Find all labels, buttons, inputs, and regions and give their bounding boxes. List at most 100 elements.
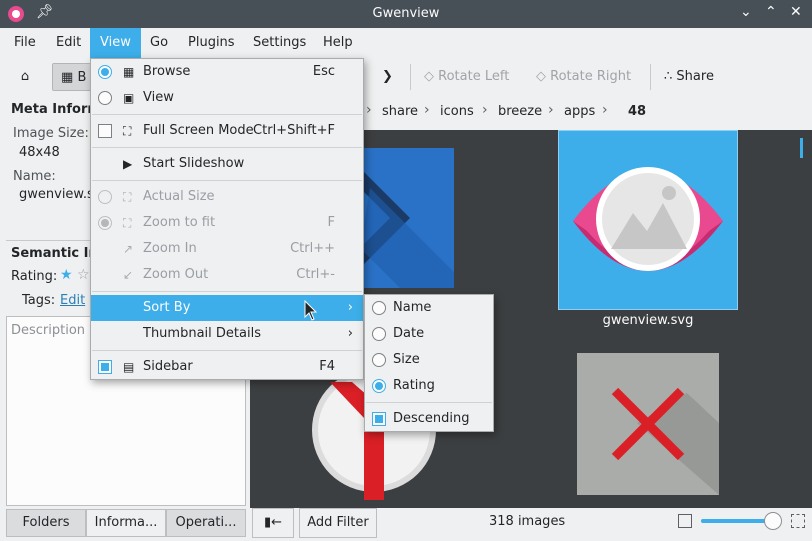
menu-settings[interactable]: Settings (243, 28, 316, 58)
view-menu-browse[interactable]: ▦ Browse Esc (91, 59, 363, 85)
sort-descending[interactable]: Descending (365, 406, 493, 432)
minimize-icon[interactable]: ⌄ (740, 4, 752, 20)
home-icon: ⌂ (20, 69, 30, 84)
view-menu-slideshow[interactable]: ▶ Start Slideshow (91, 151, 363, 177)
menu-separator (366, 402, 492, 403)
actual-size-label: Actual Size (143, 189, 215, 204)
sort-by-submenu: Name Date Size Rating Descending (364, 294, 494, 432)
checkbox-descending[interactable] (372, 412, 386, 426)
radio-zoom-fit[interactable] (98, 216, 112, 230)
tab-folders[interactable]: Folders (6, 509, 86, 537)
sidebar-icon: ▤ (123, 360, 135, 374)
zoom-fit-label: Zoom to fit (143, 215, 216, 230)
fullscreen-icon: ⛶ (123, 124, 132, 138)
radio-sort-size[interactable] (372, 353, 386, 367)
image-size-value: 48x48 (19, 145, 60, 160)
rotate-right-button[interactable]: ◇ Rotate Right (536, 63, 631, 91)
checkbox-fullscreen[interactable] (98, 124, 112, 138)
rotate-left-icon: ◇ (424, 69, 434, 84)
thumbnail-caption: gwenview.svg (602, 313, 694, 328)
zoom-in-icon: ↗ (123, 242, 134, 256)
view-menu-zoom-out[interactable]: ↙ Zoom Out Ctrl+- (91, 262, 363, 288)
crumb-breeze[interactable]: breeze (498, 104, 542, 119)
menu-file[interactable]: File (4, 28, 46, 58)
rotate-right-icon: ◇ (536, 69, 546, 84)
actual-size-icon: ⛶ (123, 190, 132, 204)
menu-plugins[interactable]: Plugins (178, 28, 245, 58)
menu-separator (92, 350, 362, 351)
view-menu-zoom-in[interactable]: ↗ Zoom In Ctrl++ (91, 236, 363, 262)
zoom-in-label: Zoom In (143, 241, 197, 256)
crumb-apps[interactable]: apps (564, 104, 595, 119)
tags-edit-link[interactable]: Edit (60, 293, 85, 308)
view-menu-sort-by[interactable]: Sort By › (91, 295, 363, 321)
zoom-actual-icon[interactable] (791, 514, 805, 528)
title-bar: 📌︎ Gwenview ⌄ ⌃ ✕ (0, 0, 812, 28)
next-button[interactable]: ❯ (382, 63, 398, 91)
zoom-slider[interactable] (701, 512, 782, 530)
tab-information[interactable]: Informa... (86, 509, 166, 537)
crumb-separator-icon: › (366, 102, 372, 118)
view-menu-actual-size[interactable]: ⛶ Actual Size (91, 184, 363, 210)
sort-by-name[interactable]: Name (365, 295, 493, 321)
crumb-icons[interactable]: icons (440, 104, 474, 119)
toolbar-separator (650, 64, 651, 90)
grid-icon: ▦ (123, 65, 135, 79)
maximize-icon[interactable]: ⌃ (765, 4, 777, 20)
thumbnail-item-selected[interactable] (558, 130, 738, 310)
zoom-out-icon: ↙ (123, 268, 134, 282)
radio-actual-size[interactable] (98, 190, 112, 204)
share-label: Share (676, 69, 714, 84)
browse-label: Browse (143, 64, 191, 79)
crumb-separator-icon: › (482, 102, 488, 118)
view-menu: ▦ Browse Esc ▣ View ⛶ Full Screen Mode C… (90, 58, 364, 380)
radio-browse[interactable] (98, 65, 112, 79)
slideshow-label: Start Slideshow (143, 156, 245, 171)
zoom-slider-fill (701, 519, 773, 523)
star-icon[interactable]: ★ (60, 267, 73, 283)
view-menu-fullscreen[interactable]: ⛶ Full Screen Mode Ctrl+Shift+F (91, 118, 363, 144)
crumb-separator-icon: › (548, 102, 554, 118)
radio-view[interactable] (98, 91, 112, 105)
thumbnail-item[interactable] (577, 353, 719, 495)
sort-by-size[interactable]: Size (365, 347, 493, 373)
rotate-left-button[interactable]: ◇ Rotate Left (424, 63, 509, 91)
checkbox-sidebar[interactable] (98, 360, 112, 374)
share-button[interactable]: ∴ Share (664, 63, 714, 91)
scrollbar[interactable] (800, 138, 803, 158)
tab-operations[interactable]: Operati... (166, 509, 246, 537)
description-placeholder: Description (11, 323, 86, 338)
back-button[interactable]: ▮← (252, 508, 294, 538)
menu-help[interactable]: Help (313, 28, 363, 58)
view-menu-thumbnail-details[interactable]: Thumbnail Details › (91, 321, 363, 347)
play-icon: ▶ (123, 157, 133, 171)
browse-button[interactable]: ▦ B (52, 63, 92, 91)
star-empty-icon[interactable]: ☆ (77, 267, 90, 283)
menu-view[interactable]: View (90, 28, 141, 58)
chevron-right-icon: › (347, 326, 353, 341)
rotate-left-label: Rotate Left (438, 69, 510, 84)
view-menu-view[interactable]: ▣ View (91, 85, 363, 111)
crumb-48[interactable]: 48 (628, 104, 646, 119)
radio-sort-name[interactable] (372, 301, 386, 315)
sort-by-date[interactable]: Date (365, 321, 493, 347)
view-menu-sidebar[interactable]: ▤ Sidebar F4 (91, 354, 363, 380)
zoom-fit-icon[interactable] (678, 514, 692, 528)
menu-edit[interactable]: Edit (46, 28, 91, 58)
sort-rating-label: Rating (393, 378, 435, 393)
zoom-slider-handle[interactable] (764, 512, 782, 530)
fullscreen-label: Full Screen Mode (143, 123, 254, 138)
sidebar-shortcut: F4 (319, 359, 335, 374)
sort-by-rating[interactable]: Rating (365, 373, 493, 399)
menu-separator (92, 291, 362, 292)
fullscreen-shortcut: Ctrl+Shift+F (253, 123, 335, 138)
view-menu-zoom-fit[interactable]: ⛶ Zoom to fit F (91, 210, 363, 236)
crumb-share[interactable]: share (382, 104, 418, 119)
home-button[interactable]: ⌂ (12, 63, 38, 91)
radio-sort-date[interactable] (372, 327, 386, 341)
add-filter-button[interactable]: Add Filter (299, 508, 377, 538)
menu-go[interactable]: Go (140, 28, 178, 58)
radio-sort-rating[interactable] (372, 379, 386, 393)
close-icon[interactable]: ✕ (790, 4, 802, 20)
status-bar: ▮← Add Filter 318 images (250, 508, 812, 541)
